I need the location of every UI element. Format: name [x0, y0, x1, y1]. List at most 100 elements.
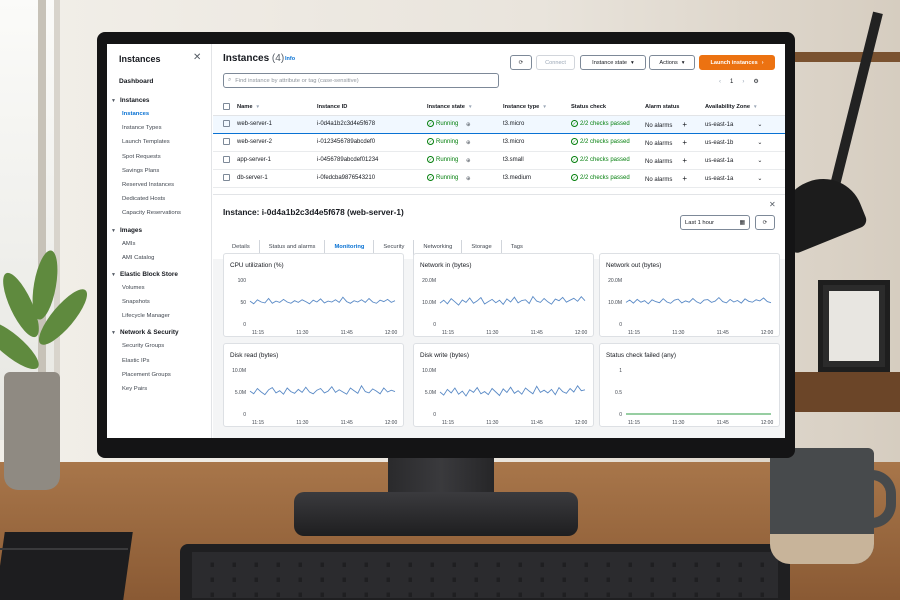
x-tick-label: 11:45 [531, 420, 543, 426]
refresh-metrics-button[interactable]: ⟳ [755, 215, 775, 230]
x-tick-label: 12:00 [575, 330, 588, 336]
column-header-availability-zone[interactable]: Availability Zone ▾ [705, 99, 785, 116]
add-alarm-icon[interactable]: + [682, 174, 687, 183]
sidebar-title: Instances [119, 54, 161, 64]
column-header-instance-state[interactable]: Instance state ▾ [427, 99, 503, 116]
row-checkbox[interactable] [223, 156, 230, 164]
check-circle-icon: ✓ [427, 120, 434, 128]
row-checkbox[interactable] [223, 138, 230, 146]
settings-gear-icon[interactable]: ⚙ [753, 78, 758, 85]
status-check[interactable]: 2/2 checks passed [580, 158, 630, 164]
table-row[interactable]: web-server-1 i-0d4a1b2c3d4e5f678 ✓ Running … [213, 114, 785, 134]
sidebar-item[interactable]: Instances [107, 107, 212, 121]
instance-id-link[interactable]: i-0d4a1b2c3d4e5f678 [317, 114, 427, 134]
check-circle-icon: ✓ [571, 174, 578, 182]
chevron-down-icon[interactable]: ⌄ [757, 140, 762, 146]
chevron-down-icon[interactable]: ⌄ [757, 158, 762, 164]
zoom-icon[interactable]: ⊕ [466, 176, 471, 182]
sidebar-section-3[interactable]: ▼ Network & Security [107, 327, 212, 339]
time-range-picker[interactable]: Last 1 hour ▦ [680, 215, 750, 230]
x-tick-label: 11:30 [486, 330, 498, 336]
select-all-checkbox[interactable] [223, 103, 230, 111]
sidebar-item[interactable]: Security Groups [107, 339, 212, 353]
row-checkbox[interactable] [223, 174, 230, 182]
zoom-icon[interactable]: ⊕ [466, 122, 471, 128]
search-input[interactable]: ⌕ Find instance by attribute or tag (cas… [223, 73, 499, 88]
refresh-button[interactable]: ⟳ [510, 55, 532, 70]
row-checkbox[interactable] [223, 120, 230, 128]
column-header-status-check[interactable]: Status check [571, 99, 645, 116]
prev-page-icon[interactable]: ‹ [719, 79, 721, 85]
add-alarm-icon[interactable]: + [682, 156, 687, 165]
page-title: Instances (4) [223, 53, 284, 64]
table-row[interactable]: app-server-1 i-0456789abcdef01234 ✓ Running… [213, 151, 785, 170]
sidebar-nav: Dashboard ▼ Instances Instances Instance Ty… [107, 76, 212, 396]
table-row[interactable]: web-server-2 i-0123456789abcdef0 ✓ Running … [213, 133, 785, 152]
sidebar-item[interactable]: Lifecycle Manager [107, 309, 212, 323]
search-icon: ⌕ [228, 77, 232, 83]
chevron-down-icon[interactable]: ⌄ [757, 176, 762, 182]
actions-dropdown[interactable]: Actions ▾ [649, 55, 695, 70]
chevron-down-icon[interactable]: ⌄ [757, 122, 762, 128]
table-header-row: Name ▾ Instance ID Instance state ▾ Instan… [213, 99, 785, 116]
y-tick-label: 10.0M [608, 300, 622, 306]
sidebar-item[interactable]: Reserved Instances [107, 178, 212, 192]
x-tick-label: 11:30 [296, 330, 308, 336]
instance-id-link[interactable]: i-0456789abcdef01234 [317, 151, 427, 170]
page-number[interactable]: 1 [730, 79, 733, 85]
column-header-alarm-status[interactable]: Alarm status [645, 99, 705, 116]
sidebar-section-0[interactable]: ▼ Instances [107, 95, 212, 107]
status-check[interactable]: 2/2 checks passed [580, 122, 630, 128]
column-header-instance-id[interactable]: Instance ID [317, 99, 427, 116]
caret-down-icon: ▼ [111, 227, 116, 234]
column-header-name[interactable]: Name ▾ [237, 99, 317, 116]
sidebar-item[interactable]: Snapshots [107, 295, 212, 309]
add-alarm-icon[interactable]: + [682, 138, 687, 147]
sidebar-item[interactable]: Volumes [107, 281, 212, 295]
sidebar-section-1[interactable]: ▼ Images [107, 225, 212, 237]
sidebar-section-2[interactable]: ▼ Elastic Block Store [107, 269, 212, 281]
caret-down-icon: ▼ [111, 98, 116, 104]
instance-detail-panel: Instance: i-0d4a1b2c3d4e5f678 (web-serve… [213, 194, 785, 438]
instance-state-dropdown[interactable]: Instance state ▾ [580, 55, 646, 70]
add-alarm-icon[interactable]: + [682, 120, 687, 129]
close-icon[interactable]: ✕ [193, 52, 201, 63]
row-select [213, 151, 237, 170]
metric-chart-card[interactable]: Network in (bytes) 20.0M 10.0M 0 11:15 11:30 1… [413, 253, 594, 337]
row-select [213, 133, 237, 152]
sidebar-item[interactable]: Placement Groups [107, 368, 212, 382]
metric-chart-card[interactable]: Network out (bytes) 20.0M 10.0M 0 11:15 11:30… [599, 253, 780, 337]
sidebar-item[interactable]: Key Pairs [107, 382, 212, 396]
close-icon[interactable]: ✕ [769, 200, 776, 209]
zoom-icon[interactable]: ⊕ [466, 140, 471, 146]
sidebar-item[interactable]: AMI Catalog [107, 251, 212, 265]
instance-id-link[interactable]: i-0123456789abcdef0 [317, 133, 427, 152]
next-page-icon[interactable]: › [742, 79, 744, 85]
info-link[interactable]: Info [285, 56, 295, 62]
sidebar-item[interactable]: Launch Templates [107, 135, 212, 149]
zoom-icon[interactable]: ⊕ [466, 158, 471, 164]
sidebar-item[interactable]: Elastic IPs [107, 354, 212, 368]
connect-button[interactable]: Connect [536, 55, 575, 70]
sidebar-item[interactable]: Instance Types [107, 121, 212, 135]
y-tick-label: 5.0M [425, 390, 436, 396]
sidebar-item[interactable]: AMIs [107, 237, 212, 251]
alarm-status: No alarms [645, 158, 673, 165]
status-check[interactable]: 2/2 checks passed [580, 176, 630, 182]
metric-chart-card[interactable]: Disk read (bytes) 10.0M 5.0M 0 11:15 11:30 11:… [223, 343, 404, 427]
metric-chart-card[interactable]: CPU utilization (%) 100 50 0 11:15 11:30 11:45… [223, 253, 404, 337]
sidebar-item[interactable]: Dedicated Hosts [107, 192, 212, 206]
sidebar-item[interactable]: Capacity Reservations [107, 206, 212, 220]
y-tick-label: 0 [433, 412, 436, 418]
column-header-instance-type[interactable]: Instance type ▾ [503, 99, 571, 116]
metric-chart-card[interactable]: Status check failed (any) 1 0.5 0 11:15 11:30… [599, 343, 780, 427]
status-check[interactable]: 2/2 checks passed [580, 140, 630, 146]
metric-chart-card[interactable]: Disk write (bytes) 10.0M 5.0M 0 11:15 11:30 11… [413, 343, 594, 427]
sidebar-section-label: Network & Security [120, 329, 179, 337]
sidebar-item[interactable]: Spot Requests [107, 150, 212, 164]
sidebar-item-dashboard[interactable]: Dashboard [107, 76, 212, 88]
launch-instances-button[interactable]: Launch instances › [699, 55, 775, 70]
table-row[interactable]: db-server-1 i-0fedcba9876543210 ✓ Running ⊕… [213, 169, 785, 188]
instance-id-link[interactable]: i-0fedcba9876543210 [317, 169, 427, 188]
sidebar-item[interactable]: Savings Plans [107, 164, 212, 178]
